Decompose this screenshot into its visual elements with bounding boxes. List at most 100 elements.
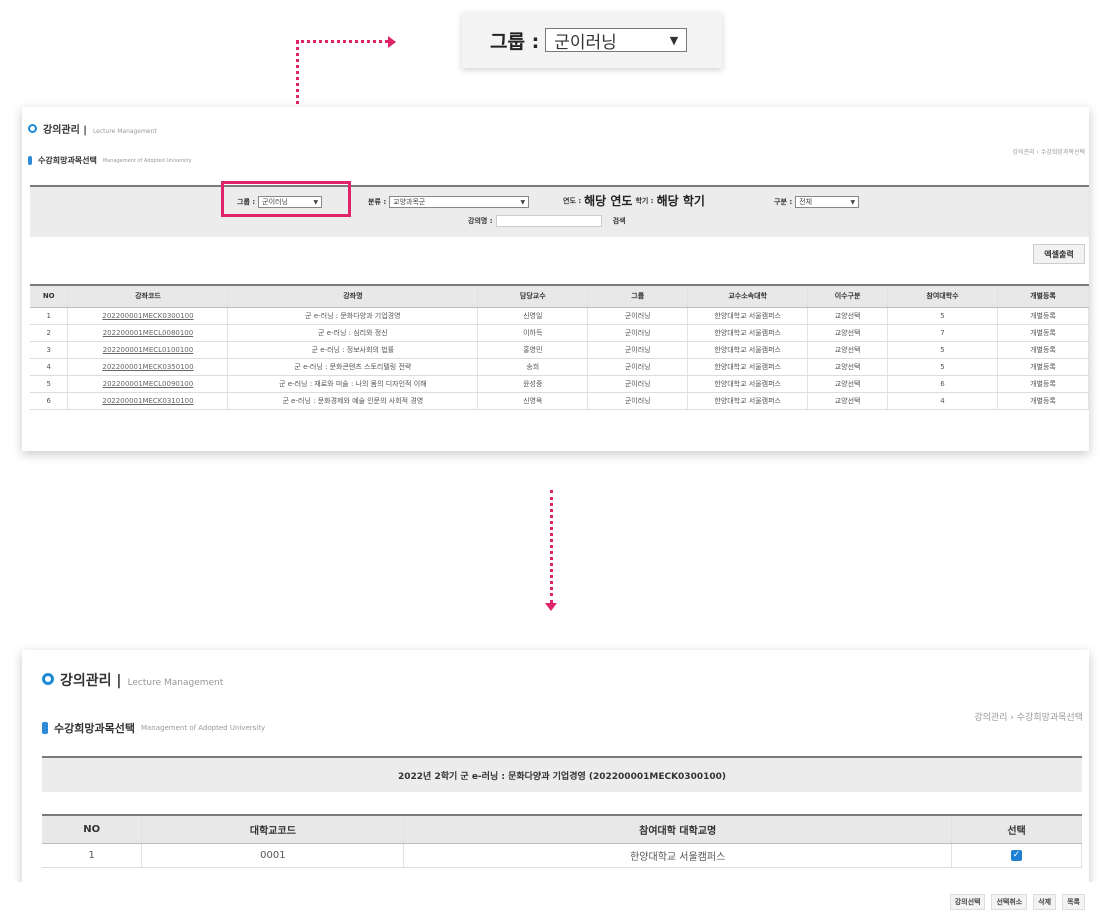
table-row: 1 202200001MECK0300100 군 e-러닝 : 문화다양과 기업… [30,307,1089,325]
lecture-name-label: 강의명 : [468,217,493,225]
cell-group: 군이러닝 [587,324,689,342]
cell-register-link[interactable]: 개별등록 [997,307,1089,325]
cell-no: 2 [30,324,69,342]
cell-group: 군이러닝 [587,392,689,410]
cell-name: 군 e-러닝 : 문화경제와 예술 인문의 사회적 경영 [227,392,479,410]
group-callout: 그룹 : 군이러닝 ▼ [462,12,722,68]
col-univ-count: 참여대학수 [887,284,998,308]
section-bullet-icon [42,722,48,734]
university-table: NO 대학교코드 참여대학 대학교명 선택 1 0001 한양대학교 서울캠퍼스… [42,814,1082,868]
cell-name: 군 e-러닝 : 심리와 정신 [227,324,479,342]
page-title-ko: 강의관리 | [60,673,122,689]
cell-completion: 교양선택 [807,341,889,359]
cell-code-link[interactable]: 202200001MECL0080100 [67,324,229,342]
cell-register-link[interactable]: 개별등록 [997,358,1089,376]
cell-univ-count: 7 [887,324,998,342]
cell-register-link[interactable]: 개별등록 [997,375,1089,393]
cell-register-link[interactable]: 개별등록 [997,392,1089,410]
cell-group: 군이러닝 [587,375,689,393]
callout-group-label: 그룹 : [490,30,540,53]
cell-select: ✓ [951,843,1082,868]
lecture-name-input[interactable] [495,215,602,227]
list-button[interactable]: 목록 [1062,894,1085,910]
action-buttons: 강의선택 선택취소 삭제 목록 [949,894,1085,910]
cell-group: 군이러닝 [587,358,689,376]
cell-university: 한양대학교 서울캠퍼스 [687,341,809,359]
category-select[interactable]: 교양과목군 ▼ [389,196,530,208]
type-label: 구분 : [774,198,793,206]
table-row: 4 202200001MECK0350100 군 e-러닝 : 문화콘텐츠 스토… [30,358,1089,376]
cell-code-link[interactable]: 202200001MECL0090100 [67,375,229,393]
breadcrumb: 강의관리 › 수강희망과목선택 [974,713,1083,723]
type-select[interactable]: 전체 ▼ [795,196,860,208]
callout-group-select[interactable]: 군이러닝 ▼ [545,28,688,53]
type-select-value: 전체 [799,198,813,206]
cell-univ-count: 4 [887,392,998,410]
cell-code-link[interactable]: 202200001MECK0310100 [67,392,229,410]
title-bullet-icon [42,673,54,685]
year-label: 연도 : [563,196,582,205]
callout-group-value: 군이러닝 [554,32,617,53]
lecture-detail-panel: 강의관리 | Lecture Management 수강희망과목선택 Manag… [0,650,1099,917]
table-row: 1 0001 한양대학교 서울캠퍼스 ✓ [42,843,1082,868]
cell-group: 군이러닝 [587,341,689,359]
cell-completion: 교양선택 [807,324,889,342]
cell-no: 6 [30,392,69,410]
cell-completion: 교양선택 [807,358,889,376]
connector-horizontal [296,40,388,43]
delete-button[interactable]: 삭제 [1033,894,1057,910]
cell-professor: 윤성중 [477,375,589,393]
cell-code-link[interactable]: 202200001MECK0350100 [67,358,229,376]
cell-no: 1 [42,843,143,868]
connector-vertical-bottom [550,490,553,603]
page-title-ko: 강의관리 | [43,125,87,136]
cell-no: 4 [30,358,69,376]
col-university: 교수소속대학 [687,284,809,308]
search-button[interactable]: 검색 [613,216,626,226]
breadcrumb: 강의관리 › 수강희망과목선택 [1012,149,1085,156]
cancel-selection-button[interactable]: 선택취소 [991,894,1028,910]
search-bar: 그룹 : 군이러닝 ▼ 분류 : 교양과목군 ▼ 연도 : 해당 연도 학기 :… [30,185,1089,237]
cell-univ-count: 5 [887,341,998,359]
cell-name: 군 e-러닝 : 문화콘텐츠 스토리텔링 전략 [227,358,479,376]
select-checkbox[interactable]: ✓ [1011,850,1023,861]
cell-no: 5 [30,375,69,393]
cell-register-link[interactable]: 개별등록 [997,324,1089,342]
lecture-list-panel: 강의관리 | Lecture Management 수강희망과목선택 Manag… [22,107,1089,451]
search-lecture: 강의명 : 검색 [468,215,625,227]
cell-code-link[interactable]: 202200001MECL0100100 [67,341,229,359]
excel-export-button[interactable]: 엑셀출력 [1033,244,1085,264]
cell-professor: 이하득 [477,324,589,342]
table-header-row: NO 강좌코드 강좌명 담당교수 그룹 교수소속대학 이수구분 참여대학수 개별… [30,284,1089,308]
section-title-en: Management of Adopted University [140,724,266,732]
page-title-en: Lecture Management [92,128,157,135]
cell-professor: 신영일 [477,307,589,325]
cell-professor: 송희 [477,358,589,376]
page-title-en: Lecture Management [127,678,224,688]
select-lecture-button[interactable]: 강의선택 [949,894,986,910]
cell-completion: 교양선택 [807,307,889,325]
section-title-ko: 수강희망과목선택 [54,722,135,735]
page-title: 강의관리 | Lecture Management [28,121,157,136]
col-select: 선택 [951,814,1082,844]
category-select-value: 교양과목군 [393,198,426,206]
cell-univ-count: 6 [887,375,998,393]
chevron-down-icon: ▼ [850,198,856,206]
col-register: 개별등록 [997,284,1089,308]
table-row: 6 202200001MECK0310100 군 e-러닝 : 문화경제와 예술… [30,392,1089,410]
year-value: 해당 연도 [584,194,633,208]
bottom-strip [0,882,1099,917]
cell-name: 군 e-러닝 : 재료와 미술 : 나의 몸의 디자인적 이해 [227,375,479,393]
cell-code-link[interactable]: 202200001MECK0300100 [67,307,229,325]
lecture-table: NO 강좌코드 강좌명 담당교수 그룹 교수소속대학 이수구분 참여대학수 개별… [30,284,1089,410]
search-category: 분류 : 교양과목군 ▼ [368,196,530,208]
col-univ-code: 대학교코드 [141,814,405,844]
cell-completion: 교양선택 [807,375,889,393]
cell-professor: 홍영민 [477,341,589,359]
group-highlight-box [221,181,351,217]
category-label: 분류 : [368,198,387,206]
col-completion: 이수구분 [807,284,889,308]
col-no: NO [30,284,69,308]
cell-register-link[interactable]: 개별등록 [997,341,1089,359]
chevron-down-icon: ▼ [669,33,679,47]
